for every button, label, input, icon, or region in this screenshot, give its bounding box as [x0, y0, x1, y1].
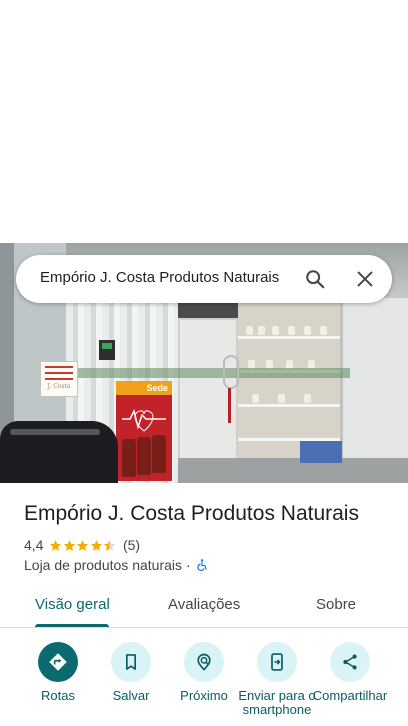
place-category: Loja de produtos naturais [24, 557, 182, 573]
place-title: Empório J. Costa Produtos Naturais [24, 502, 359, 525]
send-to-phone-button[interactable]: Enviar para o smartphone [237, 642, 317, 717]
nearby-label: Próximo [180, 688, 228, 703]
star-icon [77, 539, 89, 551]
search-icon[interactable] [304, 268, 326, 290]
tab-overview[interactable]: Visão geral [35, 596, 110, 613]
directions-button[interactable]: Rotas [18, 642, 98, 703]
search-bar[interactable]: Empório J. Costa Produtos Naturais [16, 255, 392, 303]
tab-about[interactable]: Sobre [316, 596, 356, 613]
category-row: Loja de produtos naturais · [24, 557, 209, 573]
star-rating [49, 539, 117, 552]
star-icon [50, 539, 62, 551]
car-reflection [10, 429, 100, 435]
directions-icon [49, 653, 67, 671]
tab-bar: Visão geral Avaliações Sobre [0, 586, 408, 626]
door-ornament [228, 388, 231, 423]
star-icon [90, 539, 103, 551]
poster-header: Sede [116, 381, 172, 395]
map-area[interactable] [0, 0, 408, 243]
send-to-phone-icon [271, 653, 283, 671]
save-label: Salvar [112, 688, 150, 703]
star-icon [63, 539, 76, 551]
nearby-icon [197, 653, 211, 671]
separator: · [186, 557, 191, 573]
rating-row[interactable]: 4,4 (5) [24, 536, 140, 554]
send-to-phone-label: Enviar para o smartphone [238, 688, 316, 717]
bookmark-icon [126, 654, 136, 670]
storefront-wall-right [340, 298, 408, 483]
half-star-icon [104, 539, 116, 551]
share-icon [343, 654, 357, 670]
window-sticker-mark [102, 343, 112, 349]
review-count[interactable]: (5) [123, 537, 140, 553]
window-sign: J. Costa [40, 361, 78, 397]
window-sign-text: J. Costa [47, 383, 71, 390]
poster-title: Sede [146, 383, 168, 393]
blue-crate [300, 441, 342, 463]
close-icon[interactable] [354, 268, 376, 290]
save-button[interactable]: Salvar [91, 642, 171, 703]
door-handle [223, 355, 239, 389]
floor [178, 458, 408, 483]
tab-reviews[interactable]: Avaliações [168, 596, 240, 613]
tabs-divider [0, 627, 408, 628]
share-label: Compartilhar [312, 688, 388, 703]
nearby-button[interactable]: Próximo [164, 642, 244, 703]
product-poster [116, 381, 172, 481]
share-button[interactable]: Compartilhar [310, 642, 390, 703]
search-query[interactable]: Empório J. Costa Produtos Naturais [40, 269, 279, 286]
wheelchair-accessible-icon [196, 559, 207, 572]
rating-value: 4,4 [24, 537, 44, 553]
glass-strip [60, 368, 350, 378]
directions-label: Rotas [41, 688, 75, 703]
